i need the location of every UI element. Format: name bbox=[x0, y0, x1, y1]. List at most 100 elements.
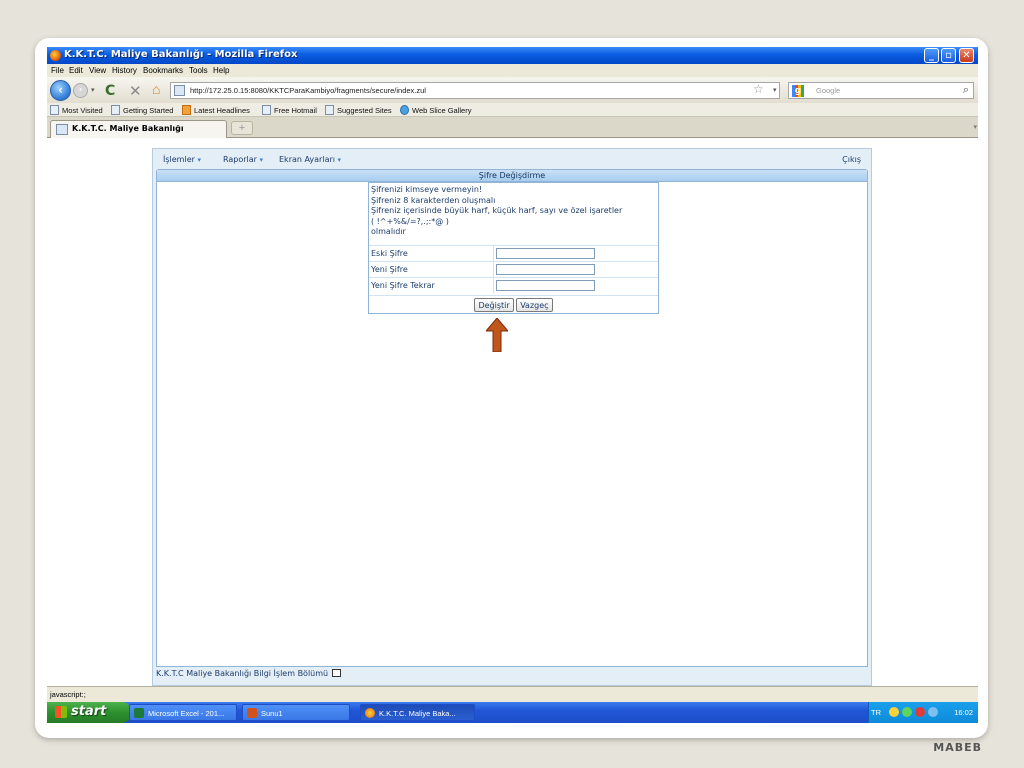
search-magnifier-icon[interactable]: ⌕ bbox=[963, 84, 969, 97]
page-content: İşlemler ▾ Raporlar ▾ Ekran Ayarları ▾ Ç… bbox=[47, 138, 978, 686]
page-icon bbox=[111, 105, 120, 115]
reload-icon[interactable]: C bbox=[105, 83, 115, 99]
app-footer: K.K.T.C Maliye Bakanlığı Bilgi İşlem Böl… bbox=[156, 669, 868, 683]
chevron-down-icon: ▾ bbox=[259, 156, 264, 164]
google-search-engine-icon[interactable]: g bbox=[792, 85, 804, 97]
old-password-field[interactable] bbox=[496, 248, 595, 259]
search-bar[interactable]: g Google ⌕ bbox=[788, 82, 974, 99]
app-menubar: İşlemler ▾ Raporlar ▾ Ekran Ayarları ▾ Ç… bbox=[159, 153, 865, 167]
panel-title: Şifre Değişdirme bbox=[157, 170, 867, 182]
back-arrow-icon[interactable]: ‹ bbox=[50, 80, 71, 101]
url-dropdown-icon[interactable]: ▾ bbox=[773, 86, 777, 94]
tray-icon[interactable] bbox=[915, 707, 925, 717]
change-password-button[interactable]: Değiştir bbox=[474, 298, 514, 312]
password-form: Şifrenizi kimseye vermeyin! Şifreniz 8 k… bbox=[368, 182, 659, 314]
old-password-row: Eski Şifre bbox=[369, 245, 658, 262]
rss-feed-icon bbox=[182, 105, 191, 115]
clock: 16:02 bbox=[954, 708, 973, 717]
home-icon[interactable]: ⌂ bbox=[152, 81, 160, 97]
search-placeholder[interactable]: Google bbox=[816, 86, 840, 95]
rule-line: Şifrenizi kimseye vermeyin! bbox=[371, 185, 483, 194]
menu-islemler[interactable]: İşlemler ▾ bbox=[163, 155, 201, 164]
new-tab-button[interactable]: + bbox=[231, 121, 253, 135]
web-slice-icon bbox=[400, 105, 409, 115]
password-change-panel: Şifre Değişdirme Şifrenizi kimseye verme… bbox=[156, 169, 868, 667]
footer-checkbox[interactable] bbox=[332, 669, 342, 677]
rule-line: Şifreniz içerisinde büyük harf, küçük ha… bbox=[371, 206, 623, 215]
rule-line: Şifreniz 8 karakterden oluşmalı bbox=[371, 195, 496, 205]
volume-icon[interactable] bbox=[928, 707, 938, 717]
form-actions: Değiştir Vazgeç bbox=[369, 295, 658, 313]
menu-raporlar[interactable]: Raporlar ▾ bbox=[223, 155, 263, 164]
page-icon bbox=[262, 105, 271, 115]
system-tray: TR 16:02 bbox=[868, 702, 978, 723]
status-bar: javascript:; bbox=[47, 686, 978, 702]
menu-ekran-ayarlari[interactable]: Ekran Ayarları ▾ bbox=[279, 155, 341, 164]
bookmarks-toolbar: Most Visited Getting Started Latest Head… bbox=[47, 103, 978, 117]
screenshot: K.K.T.C. Maliye Bakanlığı - Mozilla Fire… bbox=[47, 47, 978, 723]
bookmark-star-icon[interactable]: ☆ bbox=[753, 82, 764, 96]
firefox-icon bbox=[50, 50, 61, 61]
menu-bookmarks[interactable]: Bookmarks bbox=[143, 66, 183, 75]
up-arrow-annotation-icon bbox=[486, 318, 508, 352]
start-button[interactable]: start bbox=[47, 702, 131, 723]
menu-tools[interactable]: Tools bbox=[189, 66, 208, 75]
old-password-label: Eski Şifre bbox=[371, 249, 408, 258]
window-title: K.K.T.C. Maliye Bakanlığı - Mozilla Fire… bbox=[64, 49, 298, 60]
windows-logo-icon bbox=[55, 706, 67, 718]
taskbar-powerpoint[interactable]: Sunu1 bbox=[242, 704, 350, 721]
confirm-password-field[interactable] bbox=[496, 280, 595, 291]
menu-help[interactable]: Help bbox=[213, 66, 229, 75]
taskbar-excel[interactable]: Microsoft Excel - 201... bbox=[129, 704, 237, 721]
cancel-button[interactable]: Vazgeç bbox=[516, 298, 553, 312]
maximize-button[interactable]: ▫ bbox=[941, 48, 956, 63]
status-text: javascript:; bbox=[50, 690, 86, 699]
bookmark-most-visited[interactable]: Most Visited bbox=[50, 105, 103, 115]
bookmark-getting-started[interactable]: Getting Started bbox=[111, 105, 173, 115]
powerpoint-icon bbox=[247, 708, 257, 718]
history-dropdown-icon[interactable]: ▾ bbox=[91, 86, 95, 94]
tray-icon[interactable] bbox=[889, 707, 899, 717]
site-favicon-icon bbox=[174, 85, 185, 96]
url-bar[interactable]: http://172.25.0.15:8080/KKTCParaKambiyo/… bbox=[170, 82, 780, 99]
rule-line: olmalıdır bbox=[371, 227, 406, 236]
menu-file[interactable]: File bbox=[51, 66, 64, 75]
minimize-button[interactable]: _ bbox=[924, 48, 939, 63]
tray-icon[interactable] bbox=[902, 707, 912, 717]
menu-edit[interactable]: Edit bbox=[69, 66, 83, 75]
slide-footer-mark: MABEB bbox=[933, 741, 982, 754]
page-icon bbox=[325, 105, 334, 115]
stop-icon[interactable]: ✕ bbox=[129, 82, 142, 100]
confirm-password-row: Yeni Şifre Tekrar bbox=[369, 277, 658, 294]
bookmark-latest-headlines[interactable]: Latest Headlines bbox=[182, 105, 250, 115]
bookmark-free-hotmail[interactable]: Free Hotmail bbox=[262, 105, 317, 115]
tab-maliye[interactable]: K.K.T.C. Maliye Bakanlığı bbox=[50, 120, 227, 138]
confirm-password-label: Yeni Şifre Tekrar bbox=[371, 281, 435, 290]
password-rules: Şifrenizi kimseye vermeyin! Şifreniz 8 k… bbox=[371, 185, 622, 238]
bookmark-web-slice-gallery[interactable]: Web Slice Gallery bbox=[400, 105, 471, 115]
tab-list-dropdown-icon[interactable]: ▾ bbox=[973, 123, 977, 131]
taskbar-firefox[interactable]: K.K.T.C. Maliye Baka... bbox=[360, 704, 475, 721]
menubar: File Edit View History Bookmarks Tools H… bbox=[47, 64, 978, 77]
bookmark-suggested-sites[interactable]: Suggested Sites bbox=[325, 105, 392, 115]
menu-history[interactable]: History bbox=[112, 66, 137, 75]
new-password-label: Yeni Şifre bbox=[371, 265, 408, 274]
app-container: İşlemler ▾ Raporlar ▾ Ekran Ayarları ▾ Ç… bbox=[152, 148, 872, 686]
close-button[interactable]: ✕ bbox=[959, 48, 974, 63]
chevron-down-icon: ▾ bbox=[197, 156, 201, 164]
taskbar: start Microsoft Excel - 201... Sunu1 K.K… bbox=[47, 702, 978, 723]
url-text[interactable]: http://172.25.0.15:8080/KKTCParaKambiyo/… bbox=[190, 86, 426, 95]
excel-icon bbox=[134, 708, 144, 718]
window-titlebar: K.K.T.C. Maliye Bakanlığı - Mozilla Fire… bbox=[47, 47, 978, 64]
logout-link[interactable]: Çıkış bbox=[842, 155, 861, 164]
tab-favicon-icon bbox=[56, 124, 68, 135]
tab-label: K.K.T.C. Maliye Bakanlığı bbox=[72, 124, 184, 133]
navigation-toolbar: ‹ › ▾ C ✕ ⌂ http://172.25.0.15:8080/KKTC… bbox=[47, 77, 978, 103]
rule-line: ( !^+%&/=?,.;:*@ ) bbox=[371, 216, 449, 226]
forward-arrow-icon[interactable]: › bbox=[73, 83, 88, 98]
menu-view[interactable]: View bbox=[89, 66, 106, 75]
new-password-field[interactable] bbox=[496, 264, 595, 275]
chevron-down-icon: ▾ bbox=[337, 156, 342, 164]
bookmark-folder-icon bbox=[50, 105, 59, 115]
language-indicator[interactable]: TR bbox=[871, 708, 881, 717]
